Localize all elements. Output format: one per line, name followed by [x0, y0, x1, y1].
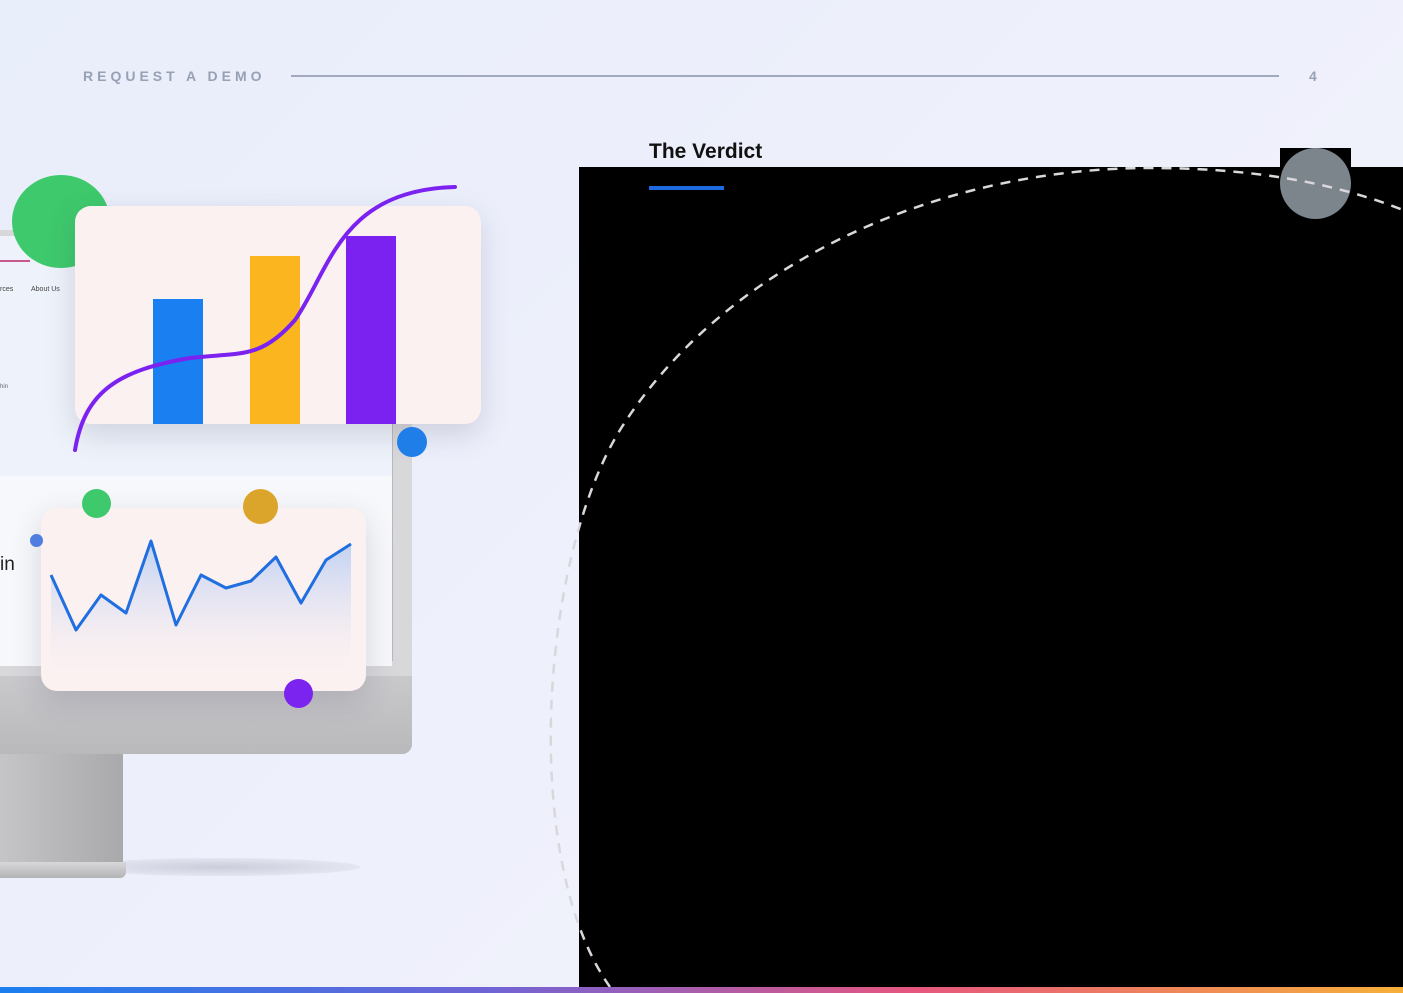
title-underline	[649, 186, 724, 190]
gradient-footer-bar	[0, 987, 1403, 993]
section-title: The Verdict	[649, 140, 763, 163]
